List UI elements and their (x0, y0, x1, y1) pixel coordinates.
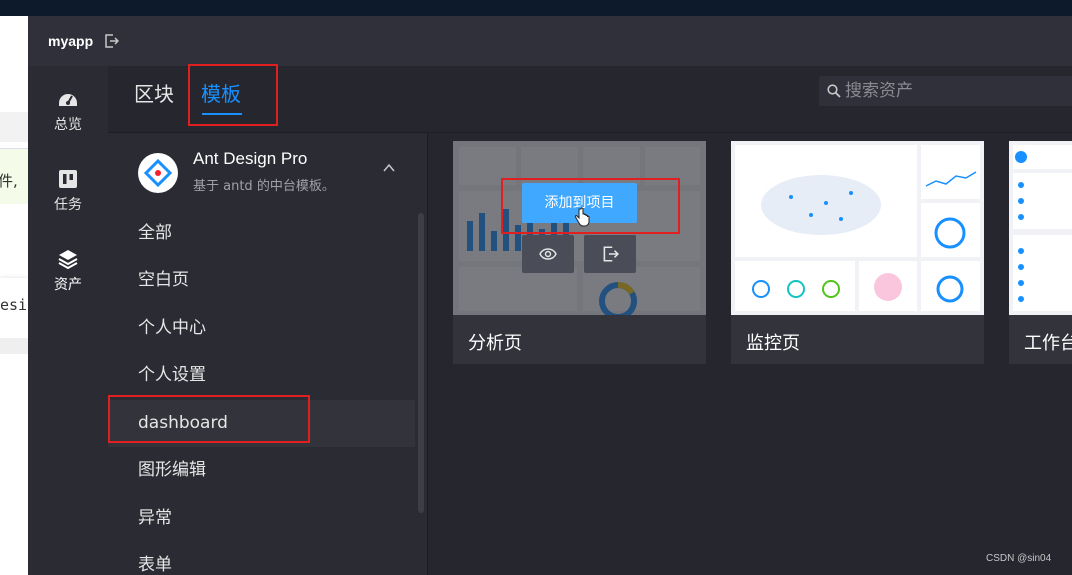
background-title-bar (0, 0, 1072, 16)
main-panel: 区块 模板 Ant Design Pro 基于 antd 的中台模板。 全部 空… (108, 64, 1072, 575)
active-tab-indicator (202, 113, 242, 115)
template-card-monitor[interactable]: 监控页 (731, 141, 984, 364)
background-band (0, 112, 28, 142)
search-icon (827, 84, 841, 98)
tab-blocks[interactable]: 区块 (134, 78, 174, 107)
template-group-title: Ant Design Pro (193, 149, 308, 168)
card-label: 监控页 (746, 333, 800, 354)
hand-cursor-icon (574, 207, 590, 227)
search-input[interactable] (845, 81, 1065, 101)
background-code-text: esi (0, 296, 28, 314)
dashboard-gauge-icon (59, 94, 77, 106)
layers-icon (58, 250, 78, 270)
hover-overlay (453, 141, 706, 315)
card-label: 工作台 (1024, 333, 1072, 354)
category-profile[interactable]: 个人中心 (108, 305, 415, 352)
window-header: myapp (28, 16, 1072, 66)
template-card-workplace[interactable]: 工作台 (1009, 141, 1072, 364)
nav-item-tasks[interactable]: 任务 (28, 168, 108, 228)
category-form[interactable]: 表单 (108, 542, 415, 575)
category-all[interactable]: 全部 (108, 210, 415, 257)
template-thumbnail (731, 141, 984, 315)
exit-icon[interactable] (103, 33, 120, 49)
template-card-analysis[interactable]: 添加到项目 分析页 (453, 141, 706, 364)
tab-templates[interactable]: 模板 (201, 78, 241, 107)
category-editor[interactable]: 图形编辑 (108, 447, 415, 494)
chevron-up-icon[interactable] (382, 161, 396, 175)
background-band (0, 338, 28, 354)
left-nav: 总览 任务 资产 (28, 66, 108, 575)
nav-item-label: 总览 (54, 117, 82, 133)
assets-window: myapp 总览 任务 资产 区块 模板 搜索资产 Ant Design Pro… (28, 16, 1072, 575)
open-button[interactable] (584, 235, 636, 273)
trello-board-icon (59, 170, 77, 188)
category-settings[interactable]: 个人设置 (108, 352, 415, 399)
eye-icon (539, 248, 557, 260)
ant-design-pro-logo (138, 153, 178, 193)
nav-item-label: 任务 (54, 197, 82, 213)
scrollbar[interactable] (418, 213, 424, 513)
category-blank[interactable]: 空白页 (108, 257, 415, 304)
nav-item-assets[interactable]: 资产 (28, 248, 108, 308)
nav-item-overview[interactable]: 总览 (28, 88, 108, 148)
app-name: myapp (48, 33, 94, 49)
preview-button[interactable] (522, 235, 574, 273)
background-text: 件, (0, 172, 18, 190)
template-group-description: 基于 antd 的中台模板。 (193, 179, 335, 194)
exit-icon (603, 246, 619, 262)
search-box[interactable] (819, 76, 1072, 106)
template-thumbnail (1009, 141, 1072, 315)
divider (427, 133, 428, 575)
nav-item-label: 资产 (54, 277, 82, 293)
card-label: 分析页 (468, 333, 522, 354)
category-column: Ant Design Pro 基于 antd 的中台模板。 全部 空白页 个人中… (108, 133, 428, 575)
category-dashboard[interactable]: dashboard (108, 400, 415, 447)
watermark: CSDN @sin04 (986, 553, 1052, 564)
category-exception[interactable]: 异常 (108, 495, 415, 542)
